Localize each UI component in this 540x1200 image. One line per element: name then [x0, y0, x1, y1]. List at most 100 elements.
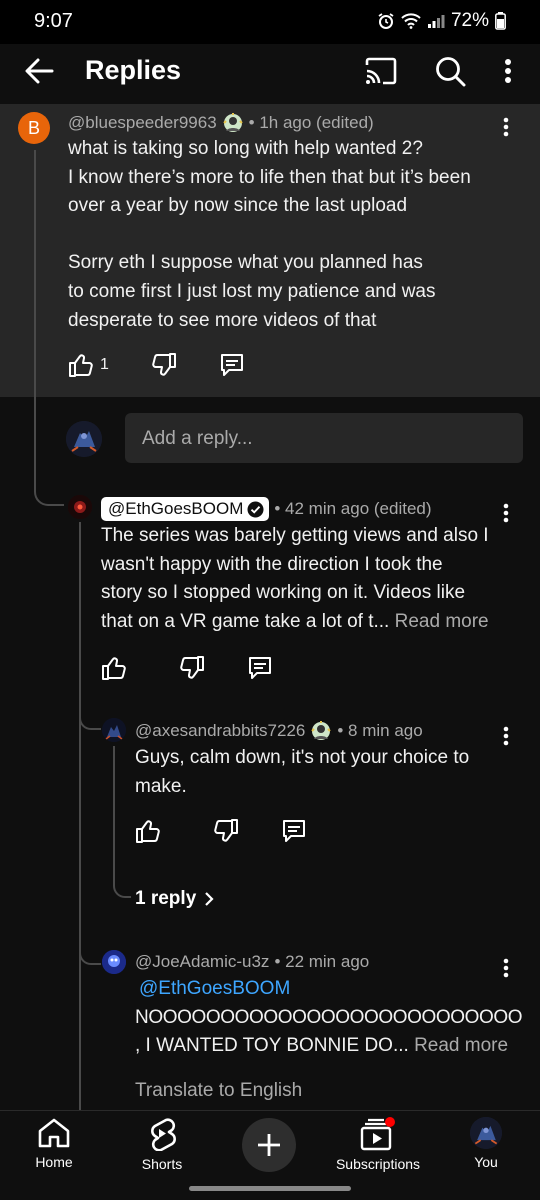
- nav-shorts-label: Shorts: [141, 1156, 183, 1172]
- thread-line-curve: [79, 935, 101, 965]
- reply-author: @EthGoesBOOM: [108, 499, 244, 518]
- like-button[interactable]: 1: [68, 352, 109, 378]
- comment-line: [68, 221, 528, 250]
- wifi-icon: [401, 13, 421, 29]
- cast-button[interactable]: [362, 54, 400, 88]
- reply-meta: @axesandrabbits7226 • 8 min ago: [135, 720, 423, 742]
- reply-text: Guys, calm down, it's not your choice to…: [135, 744, 525, 801]
- comment-icon: [283, 820, 305, 842]
- nav-home[interactable]: Home: [4, 1117, 104, 1170]
- member-badge-icon: [311, 721, 332, 740]
- reply-author[interactable]: @JoeAdamic-u3z: [135, 952, 269, 972]
- thread-line: [79, 522, 81, 1112]
- comment-line: what is taking so long with help wanted …: [68, 138, 423, 159]
- home-icon: [38, 1118, 70, 1148]
- reply-button[interactable]: [219, 352, 245, 378]
- comment-line: I know there’s more to life then that bu…: [68, 166, 471, 188]
- thumbs-down-icon: [214, 819, 238, 842]
- reply-time: • 22 min ago: [274, 952, 370, 971]
- thumbs-down-icon: [152, 353, 176, 376]
- dislike-button[interactable]: [179, 655, 205, 681]
- comment-icon: [249, 657, 271, 679]
- nav-subscriptions[interactable]: Subscriptions: [328, 1117, 428, 1172]
- comment-author[interactable]: @bluespeeder9963: [68, 113, 217, 133]
- reply-line: wasn't happy with the direction I took t…: [101, 553, 443, 575]
- member-badge-icon: [222, 113, 243, 132]
- comment-line: Sorry eth I suppose what you planned has: [68, 252, 423, 274]
- like-button[interactable]: [101, 655, 127, 681]
- nav-subscriptions-label: Subscriptions: [335, 1156, 421, 1172]
- view-replies-link[interactable]: 1 reply: [135, 888, 214, 910]
- read-more-link[interactable]: Read more: [395, 611, 489, 632]
- reply-meta: @EthGoesBOOM • 42 min ago (edited): [101, 497, 432, 521]
- user-avatar: [66, 421, 102, 457]
- more-vertical-icon: [503, 726, 509, 746]
- create-button[interactable]: [242, 1118, 296, 1172]
- comment-actions: 1: [68, 352, 245, 378]
- thumbs-down-icon: [180, 656, 204, 679]
- reply-line: NOOOOOOOOOOOOOOOOOOOOOOOOOO: [135, 1006, 523, 1028]
- back-button[interactable]: [20, 54, 58, 88]
- like-count: 1: [100, 356, 109, 373]
- avatar[interactable]: [102, 950, 126, 974]
- alarm-icon: [378, 13, 394, 29]
- back-arrow-icon: [25, 58, 54, 84]
- battery-icon: [495, 12, 506, 30]
- reply-line: that on a VR game take a lot of t...: [101, 610, 390, 632]
- comment-line: over a year by now since the last upload: [68, 195, 408, 217]
- reply-author[interactable]: @axesandrabbits7226: [135, 721, 305, 741]
- dislike-button[interactable]: [213, 818, 239, 844]
- chevron-right-icon: [205, 892, 214, 906]
- mention-link[interactable]: @EthGoesBOOM: [139, 978, 290, 999]
- owner-badge[interactable]: @EthGoesBOOM: [101, 497, 270, 521]
- thread-line: [34, 150, 36, 480]
- avatar-image-icon: [66, 421, 102, 457]
- nav-you[interactable]: You: [436, 1117, 536, 1170]
- search-button[interactable]: [430, 52, 470, 90]
- search-icon: [436, 57, 466, 87]
- reply-text: @EthGoesBOOM NOOOOOOOOOOOOOOOOOOOOOOOOOO…: [135, 975, 530, 1061]
- comment-text: what is taking so long with help wanted …: [68, 135, 528, 335]
- shorts-icon: [151, 1118, 176, 1151]
- more-vertical-icon: [505, 59, 511, 83]
- reply-line: make.: [135, 775, 187, 797]
- avatar-image-icon: [470, 1117, 502, 1149]
- thread-line: [113, 746, 115, 876]
- dislike-button[interactable]: [151, 352, 177, 378]
- thread-line-curve: [113, 870, 131, 898]
- avatar-image-icon: [102, 950, 126, 974]
- reply-line: Guys, calm down, it's not your choice to: [135, 747, 470, 768]
- comment-line: desperate to see more videos of that: [68, 309, 377, 331]
- avatar-image-icon: [68, 495, 92, 519]
- avatar: [470, 1117, 502, 1149]
- nav-home-label: Home: [35, 1154, 73, 1170]
- reply-actions: [135, 818, 307, 844]
- reply-meta: @JoeAdamic-u3z • 22 min ago: [135, 952, 369, 972]
- avatar-image-icon: [102, 718, 126, 742]
- reply-button[interactable]: [281, 818, 307, 844]
- avatar[interactable]: [102, 718, 126, 742]
- status-time: 9:07: [34, 10, 73, 32]
- status-icons: 72%: [377, 10, 506, 32]
- page-title: Replies: [85, 55, 182, 85]
- avatar[interactable]: [68, 495, 92, 519]
- avatar[interactable]: B: [18, 112, 50, 144]
- reply-actions: [101, 655, 273, 681]
- thumbs-up-icon: [136, 820, 160, 843]
- reply-button[interactable]: [247, 655, 273, 681]
- reply-line: The series was barely getting views and …: [101, 525, 489, 546]
- reply-line: , I WANTED TOY BONNIE DO...: [135, 1035, 409, 1057]
- like-button[interactable]: [135, 818, 161, 844]
- reply-text: The series was barely getting views and …: [101, 522, 526, 636]
- comment-time: • 1h ago (edited): [248, 113, 374, 132]
- thread-line-curve: [79, 700, 101, 730]
- read-more-link[interactable]: Read more: [414, 1035, 508, 1056]
- header-more-button[interactable]: [496, 54, 520, 88]
- translate-link[interactable]: Translate to English: [135, 1080, 302, 1102]
- more-vertical-icon: [503, 503, 509, 523]
- cast-icon: [365, 57, 397, 85]
- comment-line: to come first I just lost my patience an…: [68, 280, 436, 302]
- signal-icon: [427, 15, 445, 28]
- nav-shorts[interactable]: Shorts: [112, 1117, 212, 1172]
- plus-icon: [258, 1134, 280, 1156]
